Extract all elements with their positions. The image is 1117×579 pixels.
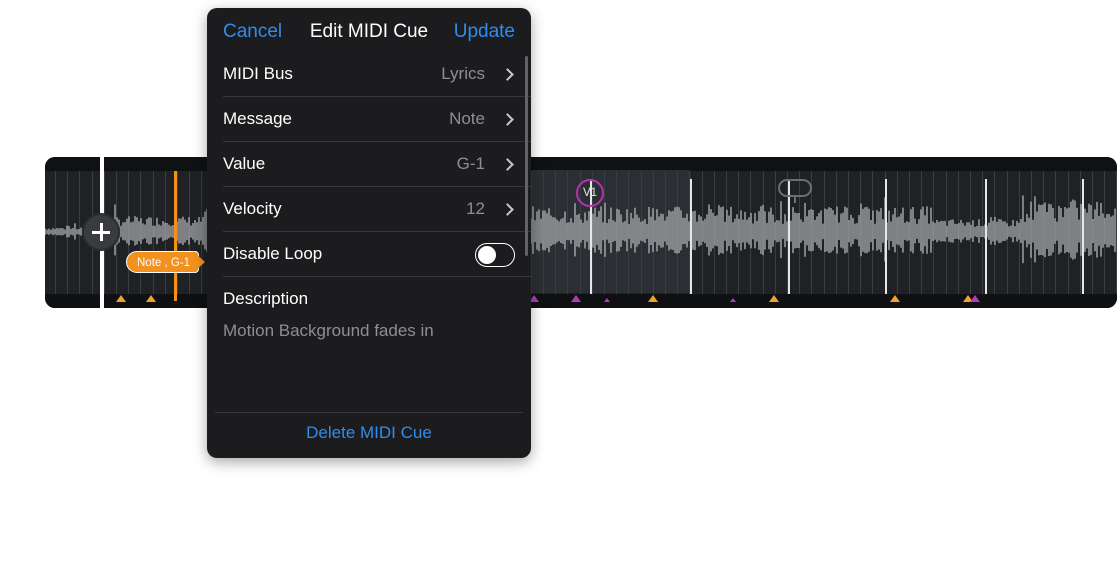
- chevron-right-icon: [501, 158, 514, 171]
- section-marker-v1[interactable]: V1: [576, 179, 604, 207]
- velocity-label: Velocity: [223, 199, 282, 218]
- footer-divider: [215, 412, 523, 413]
- midi-cue-line[interactable]: [174, 171, 177, 301]
- playhead-cap: [100, 157, 104, 171]
- message-value: Note: [449, 109, 485, 128]
- message-label: Message: [223, 109, 292, 128]
- midi-cue-tag[interactable]: Note , G-1: [126, 251, 200, 273]
- popover-header: Cancel Edit MIDI Cue Update: [207, 8, 531, 56]
- timeline[interactable]: Note , G-1 V1: [45, 157, 1117, 308]
- cue-marker-icon[interactable]: [571, 295, 581, 302]
- cue-marker-icon[interactable]: [648, 295, 658, 302]
- row-divider: [223, 276, 531, 277]
- waveform: [45, 195, 1116, 264]
- add-cue-button[interactable]: [82, 213, 120, 251]
- value-row[interactable]: Value G-1: [207, 142, 531, 187]
- disable-loop-toggle[interactable]: [475, 243, 515, 267]
- cue-marker-icon[interactable]: [769, 295, 779, 302]
- cue-marker-icon[interactable]: [146, 295, 156, 302]
- midi-bus-label: MIDI Bus: [223, 64, 293, 83]
- value-label: Value: [223, 154, 266, 173]
- cue-marker-icon[interactable]: [890, 295, 900, 302]
- bar-marker-line: [690, 179, 692, 294]
- update-button[interactable]: Update: [454, 21, 515, 43]
- cue-marker-bar: [45, 294, 1117, 308]
- chevron-right-icon: [501, 203, 514, 216]
- bar-marker-line: [885, 179, 887, 294]
- chevron-right-icon: [501, 113, 514, 126]
- edit-midi-cue-popover: Cancel Edit MIDI Cue Update MIDI Bus Lyr…: [207, 8, 531, 458]
- cue-marker-icon[interactable]: [970, 295, 980, 302]
- description-field[interactable]: Motion Background fades in: [223, 321, 434, 341]
- disable-loop-row: Disable Loop: [207, 232, 531, 277]
- scroll-indicator[interactable]: [525, 56, 528, 256]
- disable-loop-label: Disable Loop: [223, 244, 323, 263]
- value-value: G-1: [456, 154, 485, 173]
- message-row[interactable]: Message Note: [207, 97, 531, 142]
- velocity-row[interactable]: Velocity 12: [207, 187, 531, 232]
- bar-marker-line: [1082, 179, 1084, 294]
- cue-marker-icon[interactable]: [730, 298, 736, 302]
- delete-midi-cue-button[interactable]: Delete MIDI Cue: [207, 423, 531, 443]
- bar-marker-line: [985, 179, 987, 294]
- midi-bus-row[interactable]: MIDI Bus Lyrics: [207, 52, 531, 97]
- cue-tag-pointer: [193, 251, 205, 273]
- cue-marker-icon[interactable]: [604, 298, 610, 302]
- cue-marker-icon[interactable]: [116, 295, 126, 302]
- velocity-value: 12: [466, 199, 485, 218]
- midi-bus-value: Lyrics: [441, 64, 485, 83]
- description-label: Description: [223, 289, 309, 308]
- chevron-right-icon: [501, 68, 514, 81]
- loop-icon-stem: [794, 195, 796, 203]
- toggle-knob: [477, 245, 496, 264]
